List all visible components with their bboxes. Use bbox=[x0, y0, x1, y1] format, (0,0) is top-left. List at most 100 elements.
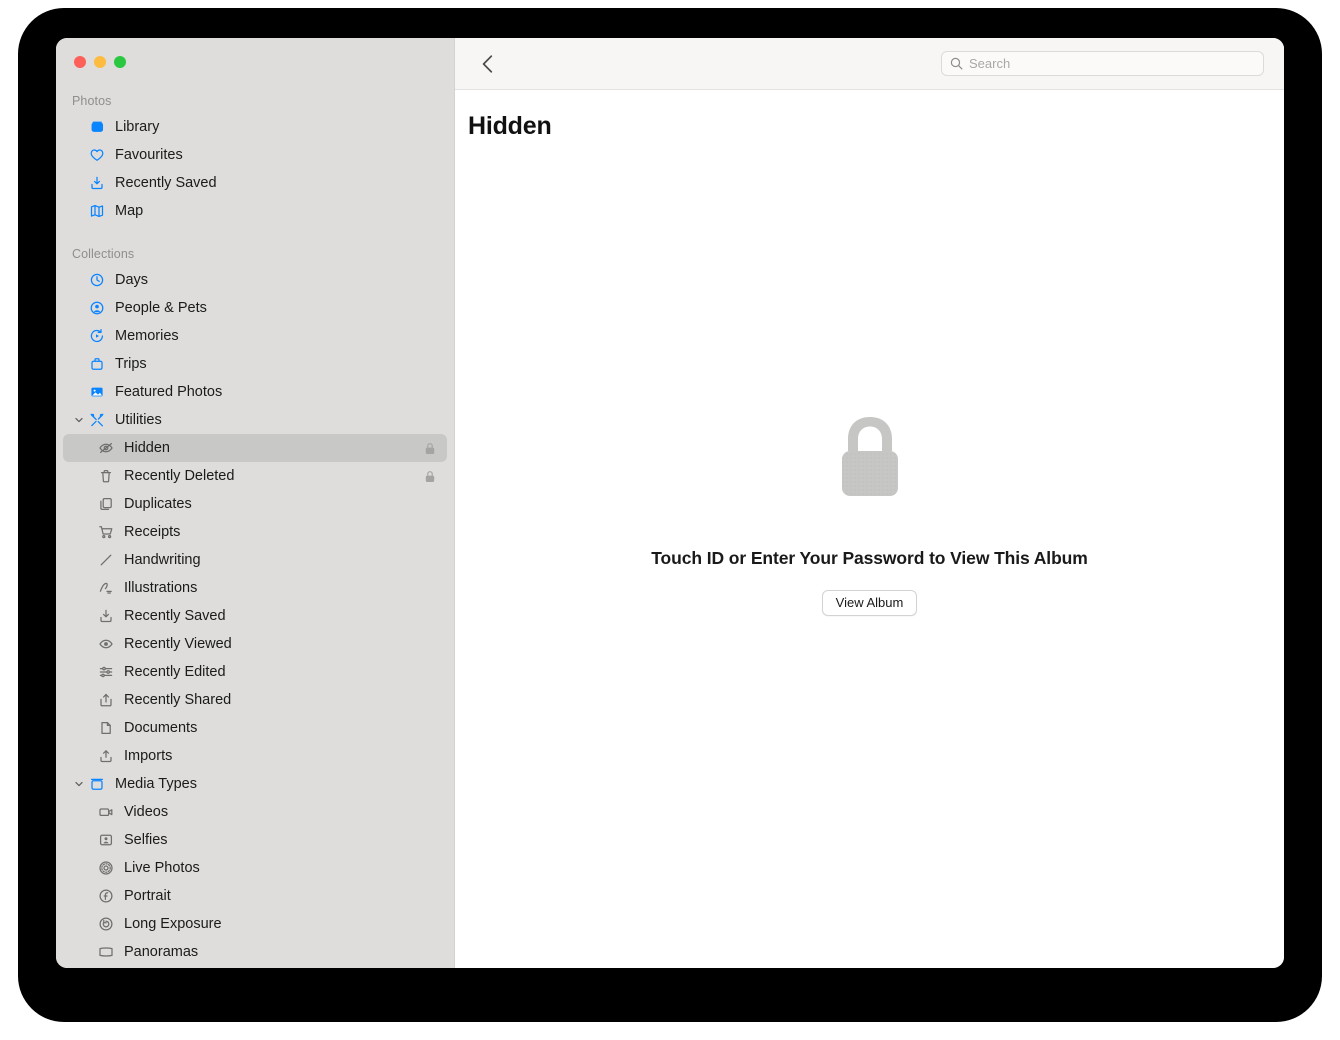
lock-icon bbox=[425, 470, 435, 482]
sidebar-item-label: Recently Saved bbox=[115, 175, 217, 191]
sidebar-item-label: Media Types bbox=[115, 776, 197, 792]
sidebar-item-documents[interactable]: Documents bbox=[63, 714, 447, 742]
sidebar-item-hidden[interactable]: Hidden bbox=[63, 434, 447, 462]
sidebar-item-map[interactable]: Map bbox=[63, 197, 447, 225]
sidebar-item-receipts[interactable]: Receipts bbox=[63, 518, 447, 546]
sidebar-item-featured-photos[interactable]: Featured Photos bbox=[63, 378, 447, 406]
suitcase-icon bbox=[86, 356, 108, 372]
sidebar-item-panoramas[interactable]: Panoramas bbox=[63, 938, 447, 966]
sidebar-item-duplicates[interactable]: Duplicates bbox=[63, 490, 447, 518]
empty-state-message: Touch ID or Enter Your Password to View … bbox=[651, 548, 1088, 568]
sidebar-item-label: People & Pets bbox=[115, 300, 207, 316]
portrait-icon bbox=[95, 888, 117, 904]
window-traffic-lights bbox=[56, 38, 454, 82]
video-icon bbox=[95, 804, 117, 820]
media-box-icon bbox=[86, 776, 108, 792]
sidebar-item-label: Documents bbox=[124, 720, 198, 736]
sidebar-item-label: Recently Shared bbox=[124, 692, 232, 708]
chevron-down-icon bbox=[75, 417, 83, 423]
back-button[interactable] bbox=[473, 50, 501, 78]
sidebar-item-trips[interactable]: Trips bbox=[63, 350, 447, 378]
search-placeholder: Search bbox=[969, 56, 1011, 71]
eye-icon bbox=[95, 636, 117, 652]
sidebar-item-handwriting[interactable]: Handwriting bbox=[63, 546, 447, 574]
sidebar-item-days[interactable]: Days bbox=[63, 266, 447, 294]
locked-badge bbox=[424, 442, 436, 455]
sidebar-item-memories[interactable]: Memories bbox=[63, 322, 447, 350]
panorama-icon bbox=[95, 944, 117, 960]
locked-badge bbox=[424, 470, 436, 483]
clock-icon bbox=[86, 272, 108, 288]
sidebar-section-header-photos: Photos bbox=[72, 94, 112, 108]
sidebar-item-long-exposure[interactable]: Long Exposure bbox=[63, 910, 447, 938]
sidebar-item-label: Long Exposure bbox=[124, 916, 222, 932]
sidebar-item-library[interactable]: Library bbox=[63, 113, 447, 141]
photo-frame-icon bbox=[86, 384, 108, 400]
chevron-down-icon bbox=[75, 781, 83, 787]
sidebar-item-label: Portrait bbox=[124, 888, 171, 904]
sidebar-item-recently-deleted[interactable]: Recently Deleted bbox=[63, 462, 447, 490]
sidebar-item-imports[interactable]: Imports bbox=[63, 742, 447, 770]
sidebar-item-people-pets[interactable]: People & Pets bbox=[63, 294, 447, 322]
lock-icon bbox=[830, 413, 910, 506]
trash-icon bbox=[95, 468, 117, 484]
sidebar-item-recently-viewed[interactable]: Recently Viewed bbox=[63, 630, 447, 658]
sidebar-item-label: Recently Saved bbox=[124, 608, 226, 624]
sidebar-item-label: Recently Viewed bbox=[124, 636, 232, 652]
view-album-button[interactable]: View Album bbox=[821, 590, 918, 616]
photo-library-icon bbox=[86, 119, 108, 135]
chevron-left-icon bbox=[482, 54, 492, 73]
sidebar-section-header-collections: Collections bbox=[72, 247, 135, 261]
sidebar-item-illustrations[interactable]: Illustrations bbox=[63, 574, 447, 602]
sidebar-item-label: Receipts bbox=[124, 524, 181, 540]
lock-icon bbox=[425, 442, 435, 454]
sidebar-item-portrait[interactable]: Portrait bbox=[63, 882, 447, 910]
sidebar-item-label: Days bbox=[115, 272, 149, 288]
live-photo-icon bbox=[95, 860, 117, 876]
pencil-line-icon bbox=[95, 552, 117, 568]
share-icon bbox=[95, 692, 117, 708]
heart-icon bbox=[86, 147, 108, 163]
tray-arrow-up-icon bbox=[95, 748, 117, 764]
sidebar-item-label: Recently Deleted bbox=[124, 468, 235, 484]
locked-album-empty-state: Touch ID or Enter Your Password to View … bbox=[455, 141, 1284, 968]
sidebar-item-utilities[interactable]: Utilities bbox=[63, 406, 447, 434]
eye-slash-icon bbox=[95, 440, 117, 456]
tray-arrow-down-icon bbox=[95, 608, 117, 624]
sidebar-item-videos[interactable]: Videos bbox=[63, 798, 447, 826]
sidebar-item-label: Panoramas bbox=[124, 944, 199, 960]
sidebar-item-label: Featured Photos bbox=[115, 384, 223, 400]
duplicate-icon bbox=[95, 496, 117, 512]
sidebar-item-favourites[interactable]: Favourites bbox=[63, 141, 447, 169]
sidebar-item-label: Recently Edited bbox=[124, 664, 226, 680]
zoom-button[interactable] bbox=[114, 56, 126, 68]
disclosure-chevron[interactable] bbox=[72, 415, 86, 425]
sidebar-item-recently-shared[interactable]: Recently Shared bbox=[63, 686, 447, 714]
sidebar-item-label: Illustrations bbox=[124, 580, 198, 596]
disclosure-chevron[interactable] bbox=[72, 779, 86, 789]
sidebar-list: Photos Library Favourites Recently Saved Map… bbox=[56, 82, 454, 966]
person-circle-icon bbox=[86, 300, 108, 316]
memories-play-icon bbox=[86, 328, 108, 344]
photos-app-window: Photos Library Favourites Recently Saved Map… bbox=[56, 38, 1284, 968]
map-icon bbox=[86, 203, 108, 219]
scribble-icon bbox=[95, 580, 117, 596]
close-button[interactable] bbox=[74, 56, 86, 68]
long-exposure-icon bbox=[95, 916, 117, 932]
search-icon bbox=[950, 57, 963, 70]
search-input[interactable]: Search bbox=[941, 51, 1264, 76]
sidebar: Photos Library Favourites Recently Saved Map… bbox=[56, 38, 454, 968]
sidebar-item-selfies[interactable]: Selfies bbox=[63, 826, 447, 854]
minimize-button[interactable] bbox=[94, 56, 106, 68]
sidebar-item-live-photos[interactable]: Live Photos bbox=[63, 854, 447, 882]
content-area: Search Hidden Touch ID or Enter Your Pas… bbox=[454, 38, 1284, 968]
sidebar-item-label: Map bbox=[115, 203, 144, 219]
sidebar-item-recently-saved[interactable]: Recently Saved bbox=[63, 169, 447, 197]
sidebar-item-recently-saved[interactable]: Recently Saved bbox=[63, 602, 447, 630]
sidebar-item-label: Hidden bbox=[124, 440, 170, 456]
sidebar-item-label: Handwriting bbox=[124, 552, 201, 568]
sidebar-item-media-types[interactable]: Media Types bbox=[63, 770, 447, 798]
sidebar-item-recently-edited[interactable]: Recently Edited bbox=[63, 658, 447, 686]
toolbar: Search bbox=[455, 38, 1284, 90]
page-title: Hidden bbox=[468, 112, 552, 140]
